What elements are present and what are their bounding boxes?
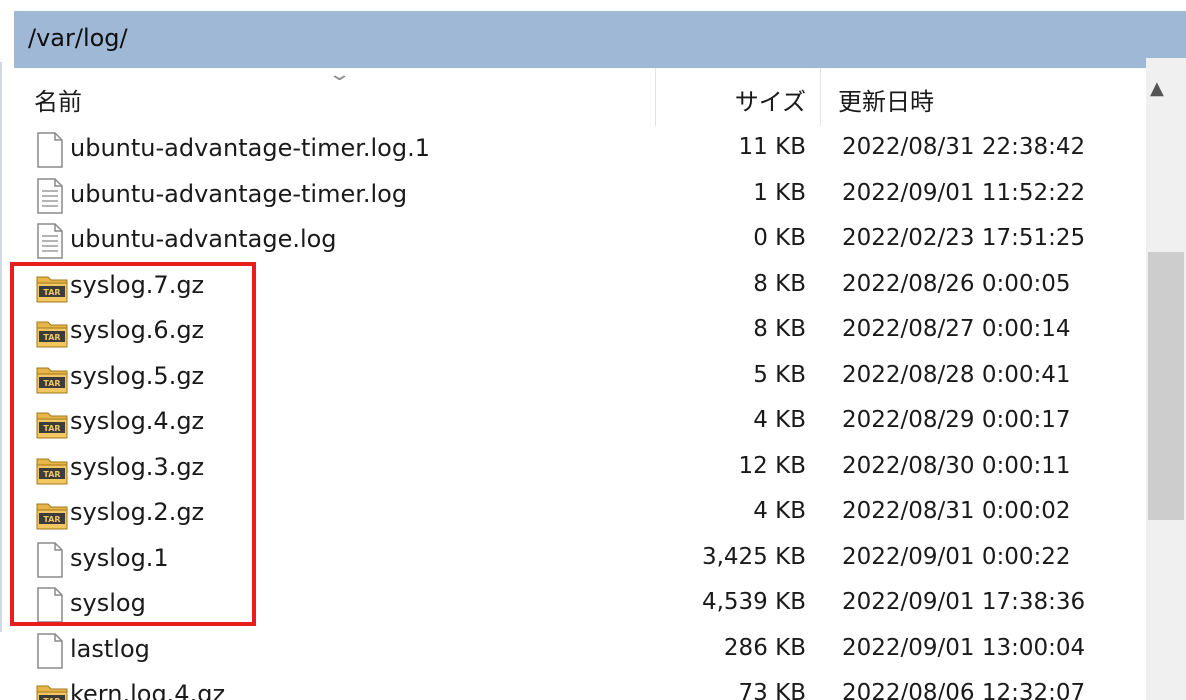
file-size: 4 KB [753,498,806,524]
file-modified: 2022/08/28 0:00:41 [842,361,1071,388]
file-row[interactable]: ubuntu-advantage-timer.log 1 KB 2022/09/01… [14,174,1144,219]
column-header-size[interactable]: サイズ [656,82,806,117]
file-size: 8 KB [753,270,806,297]
file-row[interactable]: TAR syslog.7.gz 8 KB 2022/08/26 0:00:05 [14,265,1144,310]
file-row[interactable]: syslog.1 3,425 KB 2022/09/01 0:00:22 [14,538,1144,583]
file-modified: 2022/08/31 22:38:42 [842,134,1086,160]
path-text: /var/log/ [28,24,128,52]
file-row[interactable]: TAR syslog.3.gz 12 KB 2022/08/30 0:00:11 [14,447,1144,492]
file-modified: 2022/02/23 17:51:25 [842,225,1086,251]
sort-indicator-icon: ⌄ [327,68,352,85]
file-name: syslog.7.gz [70,270,205,299]
file-name: ubuntu-advantage-timer.log.1 [70,134,430,162]
archive-icon: TAR [36,451,68,487]
archive-icon: TAR [36,405,68,441]
file-modified: 2022/08/27 0:00:14 [842,316,1071,342]
file-name: syslog.3.gz [70,452,205,481]
text-file-icon [36,223,64,259]
file-row[interactable]: lastlog 286 KB 2022/09/01 13:00:04 [14,629,1144,674]
column-header: ⌄ 名前 サイズ 更新日時 [14,68,1144,126]
file-name: lastlog [70,634,150,663]
file-size: 73 KB [738,680,806,700]
svg-text:TAR: TAR [43,470,60,479]
file-row[interactable]: TAR syslog.4.gz 4 KB 2022/08/29 0:00:17 [14,401,1144,446]
file-row[interactable]: ubuntu-advantage-timer.log.1 11 KB 2022/08… [14,128,1144,173]
file-row[interactable]: TAR syslog.2.gz 4 KB 2022/08/31 0:00:02 [14,492,1144,537]
file-modified: 2022/08/30 0:00:11 [842,452,1071,479]
archive-icon: TAR [36,678,68,700]
column-divider[interactable] [820,68,821,126]
file-name: syslog.2.gz [70,498,205,526]
scrollbar-thumb[interactable] [1148,252,1184,520]
file-modified: 2022/08/31 0:00:02 [842,498,1071,524]
file-modified: 2022/09/01 17:38:36 [842,589,1086,615]
file-size: 3,425 KB [701,543,806,570]
file-name: syslog.6.gz [70,316,205,344]
file-row[interactable]: syslog 4,539 KB 2022/09/01 17:38:36 [14,583,1144,628]
file-size: 5 KB [753,361,806,388]
file-name: kern.log.4.gz [70,680,226,700]
file-modified: 2022/08/26 0:00:05 [842,270,1071,297]
file-modified: 2022/08/06 12:32:07 [842,680,1086,700]
file-size: 4 KB [753,407,806,433]
file-size: 0 KB [753,225,806,251]
file-size: 11 KB [738,134,806,160]
file-row[interactable]: TARkern.log.4.gz 73 KB 2022/08/06 12:32:07 [14,674,1144,700]
archive-icon: TAR [36,314,68,350]
file-icon [36,632,64,669]
svg-text:TAR: TAR [43,379,60,388]
file-row[interactable]: TAR syslog.5.gz 5 KB 2022/08/28 0:00:41 [14,356,1144,401]
archive-icon: TAR [36,360,68,396]
archive-icon: TAR [36,269,68,305]
file-name: syslog.1 [70,543,169,572]
svg-text:TAR: TAR [43,333,60,342]
column-header-name[interactable]: 名前 [34,82,82,117]
column-header-modified[interactable]: 更新日時 [838,82,934,117]
file-modified: 2022/09/01 11:52:22 [842,179,1086,206]
file-modified: 2022/09/01 13:00:04 [842,634,1086,661]
file-size: 1 KB [753,179,806,206]
file-icon [36,541,64,578]
file-icon [36,132,64,168]
file-name: ubuntu-advantage-timer.log [70,179,408,208]
file-name: ubuntu-advantage.log [70,225,337,253]
text-file-icon [36,177,64,214]
file-size: 8 KB [753,316,806,342]
archive-icon: TAR [36,496,68,532]
file-name: syslog [70,589,146,617]
file-row[interactable]: ubuntu-advantage.log 0 KB 2022/02/23 17:51… [14,219,1144,264]
svg-text:TAR: TAR [43,515,60,524]
file-name: syslog.4.gz [70,407,205,435]
svg-text:TAR: TAR [43,424,60,433]
path-bar[interactable]: /var/log/ [14,11,1186,68]
scroll-up-arrow-icon[interactable]: ▲ [1150,78,1164,99]
file-modified: 2022/08/29 0:00:17 [842,407,1071,433]
file-icon [36,587,64,623]
svg-text:TAR: TAR [43,288,60,297]
file-name: syslog.5.gz [70,361,205,390]
file-row[interactable]: TAR syslog.6.gz 8 KB 2022/08/27 0:00:14 [14,310,1144,355]
file-modified: 2022/09/01 0:00:22 [842,543,1071,570]
tree-guide-line [0,62,2,632]
file-size: 12 KB [738,452,806,479]
file-size: 4,539 KB [701,589,806,615]
file-list-panel: ⌄ 名前 サイズ 更新日時 ubuntu-advantage-timer.log… [14,68,1186,700]
file-size: 286 KB [723,634,806,661]
